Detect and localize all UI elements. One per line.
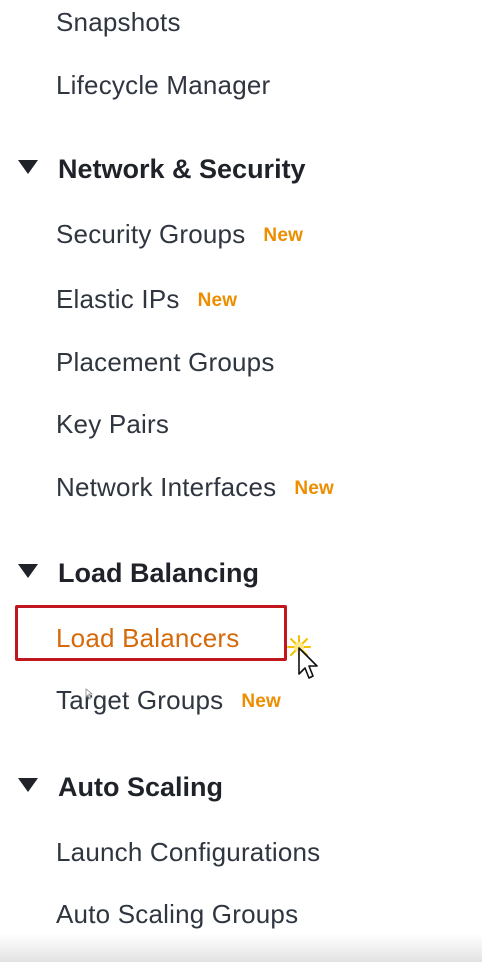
nav-item-label: Placement Groups xyxy=(56,347,275,377)
section-title: Auto Scaling xyxy=(58,772,224,802)
nav-item-load-balancers[interactable]: Load Balancers xyxy=(56,623,239,653)
collapse-triangle-icon xyxy=(18,564,38,578)
nav-item-label: Network Interfaces xyxy=(56,472,277,502)
nav-item-label: Target Groups xyxy=(56,685,224,715)
nav-item-label: Auto Scaling Groups xyxy=(56,899,299,929)
collapse-triangle-icon xyxy=(18,778,38,792)
nav-item-key-pairs[interactable]: Key Pairs xyxy=(56,409,169,439)
nav-item-lifecycle-manager[interactable]: Lifecycle Manager xyxy=(56,70,270,100)
nav-item-placement-groups[interactable]: Placement Groups xyxy=(56,347,275,377)
nav-item-label: Security Groups xyxy=(56,219,246,249)
new-badge: New xyxy=(294,478,335,499)
mouse-pointer-icon xyxy=(287,635,318,679)
nav-item-launch-configurations[interactable]: Launch Configurations xyxy=(56,837,320,867)
nav-item-snapshots[interactable]: Snapshots xyxy=(56,7,181,37)
nav-item-network-interfaces[interactable]: Network Interfaces New xyxy=(56,472,334,504)
new-badge: New xyxy=(197,290,238,311)
nav-item-label: Load Balancers xyxy=(56,623,240,653)
section-title: Load Balancing xyxy=(58,558,260,588)
new-badge: New xyxy=(263,225,304,246)
nav-item-label: Key Pairs xyxy=(56,409,170,439)
section-load-balancing[interactable]: Load Balancing xyxy=(18,557,259,589)
nav-item-label: Elastic IPs xyxy=(56,284,180,314)
section-title: Network & Security xyxy=(58,154,306,184)
nav-item-elastic-ips[interactable]: Elastic IPs New xyxy=(56,284,237,316)
nav-item-label: Launch Configurations xyxy=(56,837,321,867)
hand-pointer-icon xyxy=(85,688,94,700)
new-badge: New xyxy=(241,691,282,712)
nav-item-security-groups[interactable]: Security Groups New xyxy=(56,219,303,251)
section-auto-scaling[interactable]: Auto Scaling xyxy=(18,771,223,803)
nav-item-label: Snapshots xyxy=(56,7,181,37)
section-network-security[interactable]: Network & Security xyxy=(18,153,306,185)
sidebar-nav: Snapshots Lifecycle Manager Network & Se… xyxy=(0,0,482,962)
collapse-triangle-icon xyxy=(18,160,38,174)
bottom-shadow xyxy=(0,934,482,962)
nav-item-auto-scaling-groups[interactable]: Auto Scaling Groups xyxy=(56,899,298,929)
nav-item-label: Lifecycle Manager xyxy=(56,70,271,100)
